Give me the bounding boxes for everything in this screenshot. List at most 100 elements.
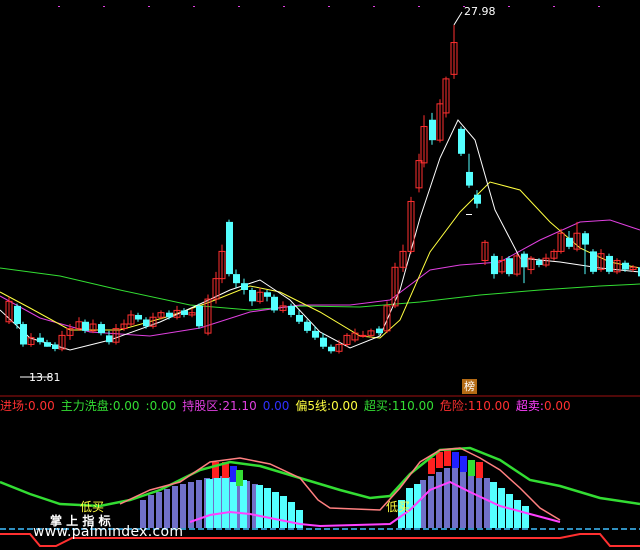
candle-body: [166, 312, 173, 318]
legend-item: 超买:110.00: [364, 399, 434, 413]
legend-item: 持股区:21.10: [182, 399, 256, 413]
candle-body: [606, 255, 613, 272]
candle-body: [491, 255, 498, 275]
legend-item: 危险:110.00: [440, 399, 510, 413]
grid-dot: [283, 6, 285, 7]
candle-body: [52, 344, 59, 350]
top-dotted-grid: [58, 6, 600, 7]
candle-body: [474, 194, 481, 204]
legend-label: 超卖:: [515, 399, 544, 413]
indicator-bar-cyan: [514, 500, 521, 528]
candle-body: [181, 310, 188, 315]
grid-dot: [418, 6, 420, 7]
grid-dot: [193, 6, 195, 7]
candle-body: [429, 119, 436, 141]
legend-label: 危险:: [439, 399, 468, 413]
candle-body: [521, 253, 528, 268]
legend-value: 0.00: [543, 399, 571, 413]
legend-label: 超买:: [363, 399, 392, 413]
indicator-bar: [452, 467, 458, 528]
watermark: www.palmindex.com: [33, 524, 184, 540]
grid-dot: [148, 6, 150, 7]
indicator-bar: [156, 492, 162, 528]
candle-body: [458, 128, 465, 154]
legend-value: 0.00: [331, 399, 358, 413]
candle-body: [44, 342, 51, 347]
indicator-bar: [484, 478, 490, 528]
indicator-bar: [180, 484, 186, 528]
candle-body: [376, 328, 383, 334]
candle-body: [82, 321, 89, 331]
candle-body: [320, 337, 327, 347]
legend-item: 超卖:0.00: [516, 399, 571, 413]
ma-green: [0, 267, 640, 311]
high-leader: [453, 11, 463, 26]
indicator-cap: [436, 452, 443, 468]
indicator-bar: [444, 468, 450, 528]
grid-dot: [328, 6, 330, 7]
indicator-bar: [164, 489, 170, 528]
grid-dot: [373, 6, 375, 7]
indicator-bar-cyan: [506, 494, 513, 528]
candle-body: [135, 314, 142, 320]
candle-body: [143, 319, 150, 327]
indicator-bar-cyan: [272, 492, 279, 528]
legend-item: 主力洗盘:0.00: [61, 399, 140, 413]
candle-body: [622, 262, 629, 270]
candle-body: [241, 283, 248, 290]
ranking-badge[interactable]: 榜: [462, 379, 477, 394]
legend-item: :0.00: [146, 399, 177, 413]
ma-white: [0, 119, 640, 351]
grid-dot: [238, 6, 240, 7]
legend-value: 110.00: [467, 399, 510, 413]
low-buy-label-2: 低买: [386, 500, 411, 514]
candle-body: [288, 305, 295, 315]
indicator-bar-cyan: [264, 488, 271, 528]
candle-body: [359, 334, 367, 337]
candle-body: [14, 305, 21, 325]
candle-body: [566, 237, 573, 247]
indicator-bar-cyan: [280, 496, 287, 528]
legend-item: 偏5线:0.00: [295, 399, 357, 413]
price-annotations: 27.98 13.81: [20, 5, 496, 384]
candle-body: [233, 274, 240, 284]
candle-body: [249, 289, 256, 302]
legend-item: 0.00: [263, 399, 290, 413]
indicator-cap: [428, 458, 435, 474]
indicator-bar-cyan: [522, 506, 529, 528]
indicator-bar-cyan: [222, 478, 229, 528]
indicator-bar: [196, 480, 202, 528]
candle-body: [582, 233, 589, 245]
legend-value: 0.00: [262, 399, 290, 413]
candle-body: [196, 305, 203, 327]
indicator-cap: [476, 462, 483, 478]
legend-label: 偏5线:: [295, 399, 332, 413]
candlesticks: [5, 24, 640, 354]
indicator-cap: [236, 470, 243, 486]
candle-body: [590, 251, 597, 272]
candle-body: [304, 321, 311, 331]
high-price-label: 27.98: [464, 5, 496, 18]
candle-body: [296, 314, 303, 322]
candle-body: [20, 324, 27, 345]
indicator-bar: [460, 468, 466, 528]
grid-dot: [508, 6, 510, 7]
legend-value: 21.10: [222, 399, 257, 413]
grid-dot: [598, 6, 600, 7]
indicator-bar-cyan: [214, 478, 221, 528]
legend-label: 主力洗盘:: [60, 399, 113, 413]
indicator-legend: 进场:0.00 主力洗盘:0.00:0.00 持股区:21.10 0.00 偏5线:0.…: [0, 397, 640, 415]
grid-dot: [58, 6, 60, 7]
indicator-bar-cyan: [230, 479, 237, 528]
stock-chart: 27.98 13.81: [0, 5, 640, 547]
candle-body: [506, 258, 513, 275]
marker-dash: [466, 214, 472, 215]
candle-body: [226, 221, 233, 275]
indicator-bar-cyan: [206, 479, 213, 528]
legend-label: 持股区:: [182, 399, 223, 413]
candle-body: [37, 337, 44, 343]
legend-item: 进场:0.00: [0, 399, 55, 413]
indicator-bar: [428, 476, 434, 528]
indicator-cap: [444, 450, 451, 466]
indicator-cap: [468, 460, 475, 476]
